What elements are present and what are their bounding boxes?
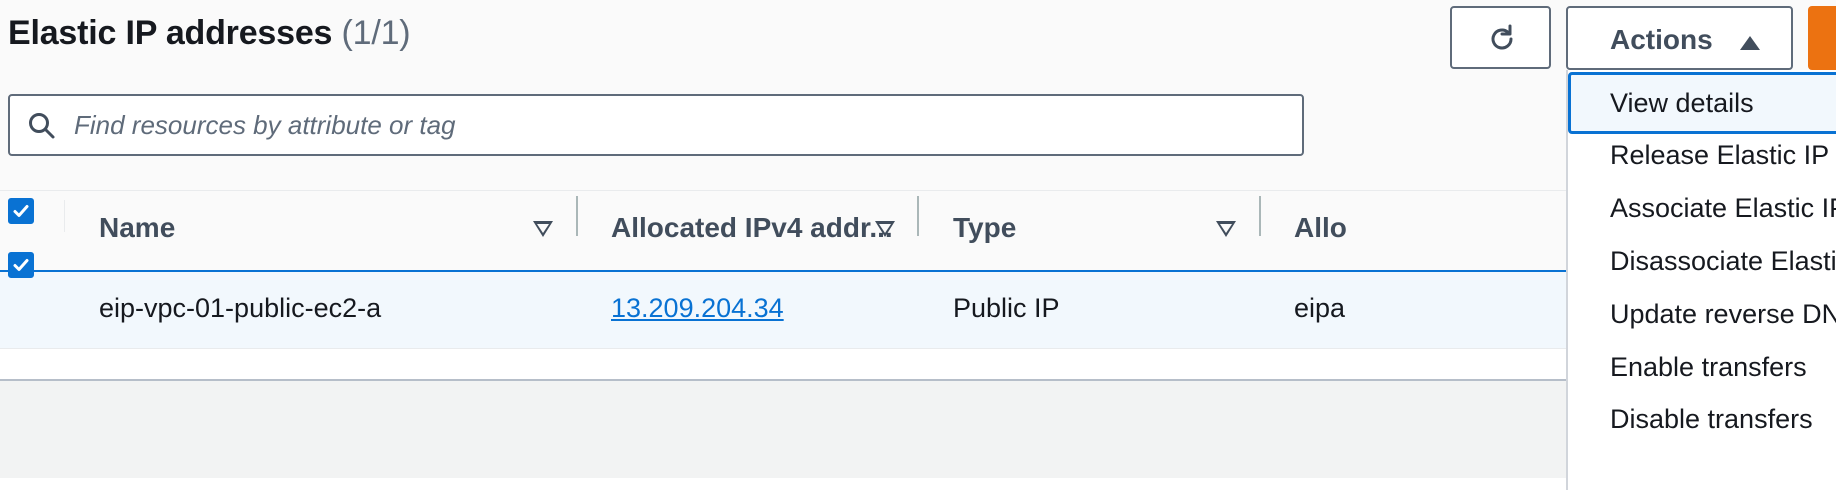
search-field[interactable] <box>8 94 1304 156</box>
column-divider <box>64 200 65 232</box>
search-icon <box>29 113 55 139</box>
column-resize-handle[interactable] <box>1259 196 1261 236</box>
sort-icon[interactable] <box>1216 221 1236 237</box>
sort-icon[interactable] <box>533 221 553 237</box>
column-header-ipv4[interactable]: Allocated IPv4 addr... <box>611 212 893 244</box>
caret-up-icon <box>1740 36 1760 50</box>
row-divider <box>0 348 1836 349</box>
refresh-icon <box>1491 24 1513 50</box>
column-resize-handle[interactable] <box>917 196 919 236</box>
actions-button[interactable]: Actions <box>1566 6 1793 70</box>
column-header-name[interactable]: Name <box>99 212 175 244</box>
page-title-text: Elastic IP addresses <box>8 14 333 52</box>
menu-item-disable-transfers[interactable]: Disable transfers <box>1568 388 1836 450</box>
actions-dropdown-menu: View details Release Elastic IP a Associ… <box>1566 70 1836 490</box>
select-all-checkbox[interactable] <box>8 198 34 224</box>
cell-name: eip-vpc-01-public-ec2-a <box>99 293 382 323</box>
search-input[interactable] <box>74 106 1274 144</box>
selection-count: (1/1) <box>341 14 411 52</box>
column-header-type[interactable]: Type <box>953 212 1016 244</box>
check-icon <box>13 205 29 217</box>
cell-type: Public IP <box>953 293 1060 323</box>
ip-address-link[interactable]: 13.209.204.34 <box>611 293 784 324</box>
primary-action-button[interactable] <box>1808 6 1836 70</box>
actions-button-label: Actions <box>1610 24 1713 55</box>
sort-icon[interactable] <box>875 221 895 237</box>
refresh-button[interactable] <box>1450 6 1551 69</box>
cell-allocation-id: eipa <box>1294 293 1346 323</box>
column-resize-handle[interactable] <box>576 196 578 236</box>
row-checkbox[interactable] <box>8 252 34 278</box>
page-background <box>0 381 1836 478</box>
page-title: Elastic IP addresses (1/1) <box>8 14 411 53</box>
check-icon <box>13 259 29 271</box>
column-header-allocation[interactable]: Allo <box>1294 212 1347 244</box>
